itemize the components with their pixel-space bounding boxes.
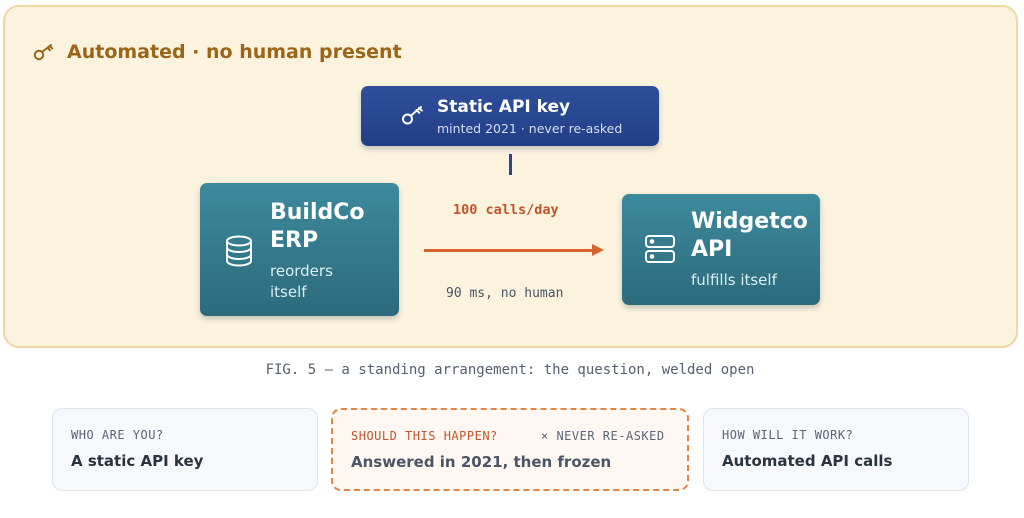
- key-connector-line: [509, 154, 512, 175]
- key-icon: [33, 44, 54, 61]
- api-description: fulfills itself: [691, 271, 777, 289]
- api-title: Widgetco API: [691, 208, 808, 264]
- database-icon: [226, 235, 252, 267]
- panel-title: Automated · no human present: [67, 41, 402, 63]
- should-card-label: SHOULD THIS HAPPEN?: [351, 429, 498, 443]
- erp-title-line1: BuildCo: [270, 200, 365, 225]
- panel-header: Automated · no human present: [33, 41, 402, 63]
- figure-caption: FIG. 5 — a standing arrangement: the que…: [265, 362, 755, 378]
- flow-latency-label: 90 ms, no human: [446, 286, 564, 301]
- who-are-you-card: WHO ARE YOU? A static API key: [52, 408, 318, 491]
- server-icon: [645, 235, 675, 263]
- who-card-value: A static API key: [71, 452, 204, 470]
- erp-description: reorders itself: [270, 261, 333, 303]
- credential-title: Static API key: [437, 97, 571, 117]
- should-card-value: Answered in 2021, then frozen: [351, 453, 612, 471]
- erp-desc-line2: itself: [270, 283, 307, 301]
- credential-subtitle: minted 2021 · never re-asked: [437, 121, 623, 136]
- widgetco-api-node: Widgetco API fulfills itself: [622, 194, 820, 305]
- buildco-erp-node: BuildCo ERP reorders itself: [200, 183, 399, 316]
- how-card-value: Automated API calls: [722, 452, 893, 470]
- api-title-line1: Widgetco: [691, 209, 808, 234]
- static-api-key-box: Static API key minted 2021 · never re-as…: [361, 86, 659, 146]
- should-this-happen-card: SHOULD THIS HAPPEN? × NEVER RE-ASKED Ans…: [331, 408, 689, 491]
- how-will-it-work-card: HOW WILL IT WORK? Automated API calls: [703, 408, 969, 491]
- key-icon: [402, 106, 423, 125]
- erp-desc-line1: reorders: [270, 262, 333, 280]
- erp-title-line2: ERP: [270, 228, 319, 253]
- never-reasked-note: × NEVER RE-ASKED: [541, 429, 665, 443]
- flow-arrow-head: [592, 244, 604, 256]
- flow-rate-label: 100 calls/day: [453, 202, 559, 218]
- who-card-label: WHO ARE YOU?: [71, 428, 164, 442]
- how-card-label: HOW WILL IT WORK?: [722, 428, 854, 442]
- api-title-line2: API: [691, 237, 733, 262]
- erp-title: BuildCo ERP: [270, 199, 365, 255]
- flow-arrow-line: [424, 249, 594, 252]
